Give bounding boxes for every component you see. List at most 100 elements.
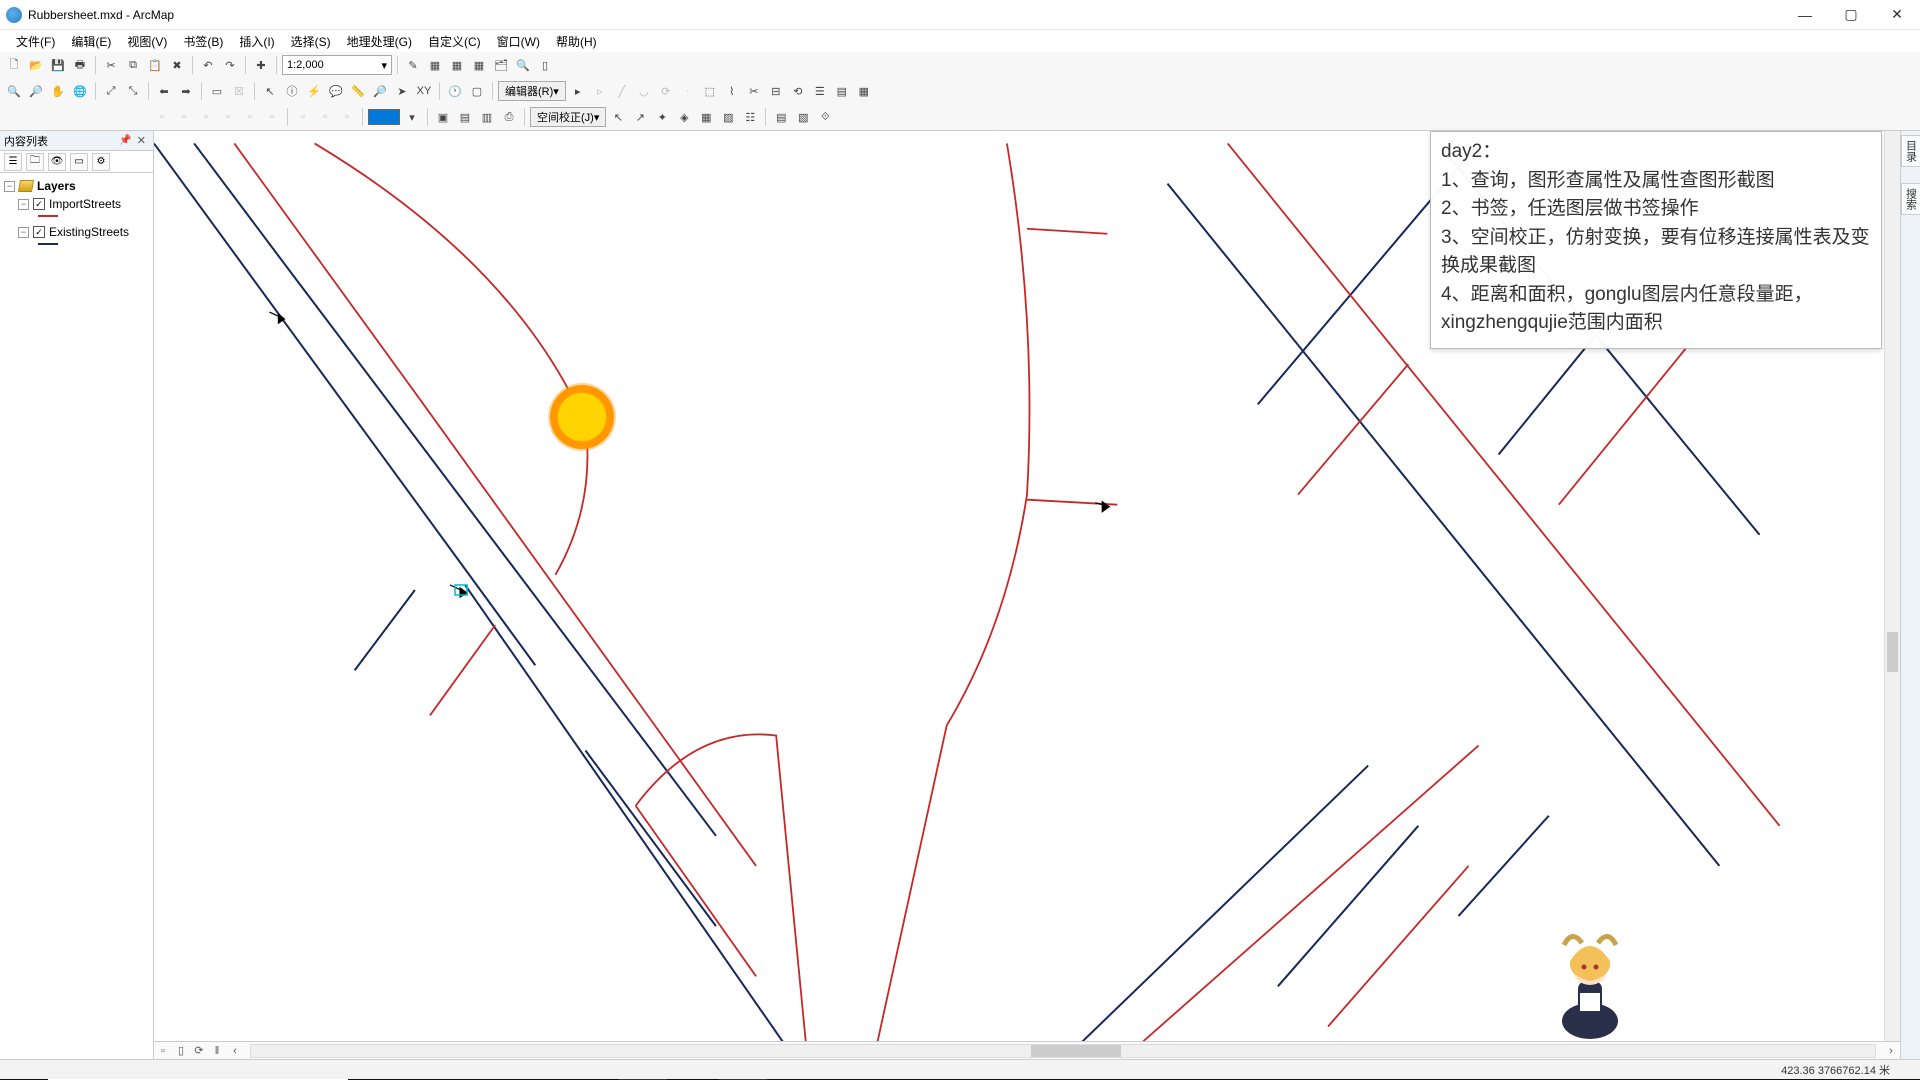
scroll-left-icon[interactable]: ‹	[226, 1045, 244, 1057]
redo-icon[interactable]: ↷	[220, 55, 240, 75]
select-tool-icon[interactable]: ↖	[608, 107, 628, 127]
edge-match-icon[interactable]: ▦	[696, 107, 716, 127]
zoom-in-icon[interactable]: 🔍	[4, 81, 24, 101]
adj-icon[interactable]: ▫	[240, 107, 260, 127]
limited-adjust-icon[interactable]: ▨	[718, 107, 738, 127]
menu-selection[interactable]: 选择(S)	[283, 31, 339, 52]
adj-icon[interactable]: ▫	[152, 107, 172, 127]
sketch-properties-icon[interactable]: ▤	[832, 81, 852, 101]
adj-icon[interactable]: ▥	[477, 107, 497, 127]
catalog-icon[interactable]: 🗂	[491, 55, 511, 75]
full-extent-icon[interactable]: 🌐	[70, 81, 90, 101]
adj-icon[interactable]: ▫	[218, 107, 238, 127]
select-elements-icon[interactable]: ↖	[260, 81, 280, 101]
toolbar-icon[interactable]: ▦	[425, 55, 445, 75]
close-panel-icon[interactable]: ✕	[134, 134, 149, 147]
layer-checkbox[interactable]: ✓	[33, 226, 45, 238]
attribute-transfer-icon[interactable]: ☷	[740, 107, 760, 127]
edit-vertices-icon[interactable]: ⬚	[700, 81, 720, 101]
list-by-selection-icon[interactable]: ▭	[70, 153, 88, 171]
adj-icon[interactable]: ▫	[315, 107, 335, 127]
displacement-link-icon[interactable]: ↗	[630, 107, 650, 127]
list-by-drawing-order-icon[interactable]: ☰	[4, 153, 22, 171]
copy-icon[interactable]: ⧉	[123, 55, 143, 75]
new-icon[interactable]: 🗋	[4, 55, 24, 75]
adj-icon[interactable]: ▫	[293, 107, 313, 127]
cut-icon[interactable]: ✂	[101, 55, 121, 75]
html-popup-icon[interactable]: 💬	[326, 81, 346, 101]
adj-icon[interactable]: ▫	[196, 107, 216, 127]
fixed-zoom-out-icon[interactable]: ⤡	[123, 81, 143, 101]
minimize-button[interactable]: —	[1782, 0, 1828, 30]
menu-help[interactable]: 帮助(H)	[548, 31, 605, 52]
multi-link-icon[interactable]: ✦	[652, 107, 672, 127]
scale-combobox[interactable]: 1:2,000▾	[282, 55, 392, 75]
collapse-icon[interactable]: −	[18, 227, 29, 238]
adjust-icon[interactable]: ⟐	[815, 107, 835, 127]
layout-view-icon[interactable]: ▯	[172, 1044, 190, 1057]
open-icon[interactable]: 📂	[26, 55, 46, 75]
menu-file[interactable]: 文件(F)	[8, 31, 63, 52]
maximize-button[interactable]: ▢	[1828, 0, 1874, 30]
create-viewer-icon[interactable]: ▢	[467, 81, 487, 101]
color-dropdown-icon[interactable]: ▾	[402, 107, 422, 127]
list-by-source-icon[interactable]: 🗀	[26, 153, 44, 171]
adj-icon[interactable]: ▫	[337, 107, 357, 127]
zoom-out-icon[interactable]: 🔎	[26, 81, 46, 101]
identity-link-icon[interactable]: ◈	[674, 107, 694, 127]
reshape-icon[interactable]: ⌇	[722, 81, 742, 101]
list-by-visibility-icon[interactable]: 👁	[48, 153, 66, 171]
horizontal-scrollbar[interactable]	[250, 1044, 1876, 1058]
time-slider-icon[interactable]: 🕐	[445, 81, 465, 101]
edit-annotation-icon[interactable]: ▹	[590, 81, 610, 101]
options-icon[interactable]: ⚙	[92, 153, 110, 171]
menu-view[interactable]: 视图(V)	[119, 31, 175, 52]
select-icon[interactable]: ▭	[207, 81, 227, 101]
editor-menu[interactable]: 编辑器(R) ▾	[498, 81, 566, 101]
layer-item-importstreets[interactable]: − ✓ ImportStreets	[4, 195, 149, 213]
print-icon[interactable]: 🖶	[70, 55, 90, 75]
adj-icon[interactable]: ▣	[433, 107, 453, 127]
toolbar-icon[interactable]: ▦	[447, 55, 467, 75]
adj-icon[interactable]: ▫	[262, 107, 282, 127]
map-view[interactable]: day2： 1、查询，图形查属性及属性查图形截图 2、书签，任选图层做书签操作 …	[154, 131, 1900, 1059]
view-link-table-icon[interactable]: ▤	[771, 107, 791, 127]
layers-root[interactable]: − Layers	[4, 177, 149, 195]
trace-icon[interactable]: ⟳	[656, 81, 676, 101]
add-data-icon[interactable]: ✚	[251, 55, 271, 75]
menu-window[interactable]: 窗口(W)	[489, 31, 548, 52]
menu-insert[interactable]: 插入(I)	[231, 31, 282, 52]
data-view-icon[interactable]: ▫	[154, 1045, 172, 1057]
collapse-icon[interactable]: −	[18, 199, 29, 210]
menu-bookmarks[interactable]: 书签(B)	[175, 31, 231, 52]
layer-item-existingstreets[interactable]: − ✓ ExistingStreets	[4, 223, 149, 241]
find-route-icon[interactable]: ➤	[392, 81, 412, 101]
attributes-icon[interactable]: ☰	[810, 81, 830, 101]
dock-tab-search[interactable]: 搜索	[1901, 183, 1920, 215]
vertical-scrollbar[interactable]	[1884, 131, 1900, 1041]
menu-edit[interactable]: 编辑(E)	[63, 31, 119, 52]
find-icon[interactable]: 🔎	[370, 81, 390, 101]
delete-icon[interactable]: ✖	[167, 55, 187, 75]
cut-polygons-icon[interactable]: ✂	[744, 81, 764, 101]
next-extent-icon[interactable]: ➡	[176, 81, 196, 101]
create-features-icon[interactable]: ▦	[854, 81, 874, 101]
adjust-preview-icon[interactable]: ▧	[793, 107, 813, 127]
adj-icon[interactable]: ▤	[455, 107, 475, 127]
editor-toolbar-icon[interactable]: ✎	[403, 55, 423, 75]
save-icon[interactable]: 💾	[48, 55, 68, 75]
pin-icon[interactable]: 📌	[117, 135, 133, 146]
prev-extent-icon[interactable]: ⬅	[154, 81, 174, 101]
adj-icon[interactable]: ▫	[174, 107, 194, 127]
spatial-adjustment-menu[interactable]: 空间校正(J) ▾	[530, 107, 606, 127]
refresh-icon[interactable]: ⟳	[190, 1044, 208, 1057]
measure-icon[interactable]: 📏	[348, 81, 368, 101]
identify-icon[interactable]: ⓘ	[282, 81, 302, 101]
fixed-zoom-in-icon[interactable]: ⤢	[101, 81, 121, 101]
search-icon[interactable]: 🔍	[513, 55, 533, 75]
collapse-icon[interactable]: −	[4, 181, 15, 192]
close-button[interactable]: ✕	[1874, 0, 1920, 30]
scroll-right-icon[interactable]: ›	[1882, 1045, 1900, 1057]
straight-segment-icon[interactable]: ╱	[612, 81, 632, 101]
fill-color-swatch[interactable]	[368, 109, 400, 125]
